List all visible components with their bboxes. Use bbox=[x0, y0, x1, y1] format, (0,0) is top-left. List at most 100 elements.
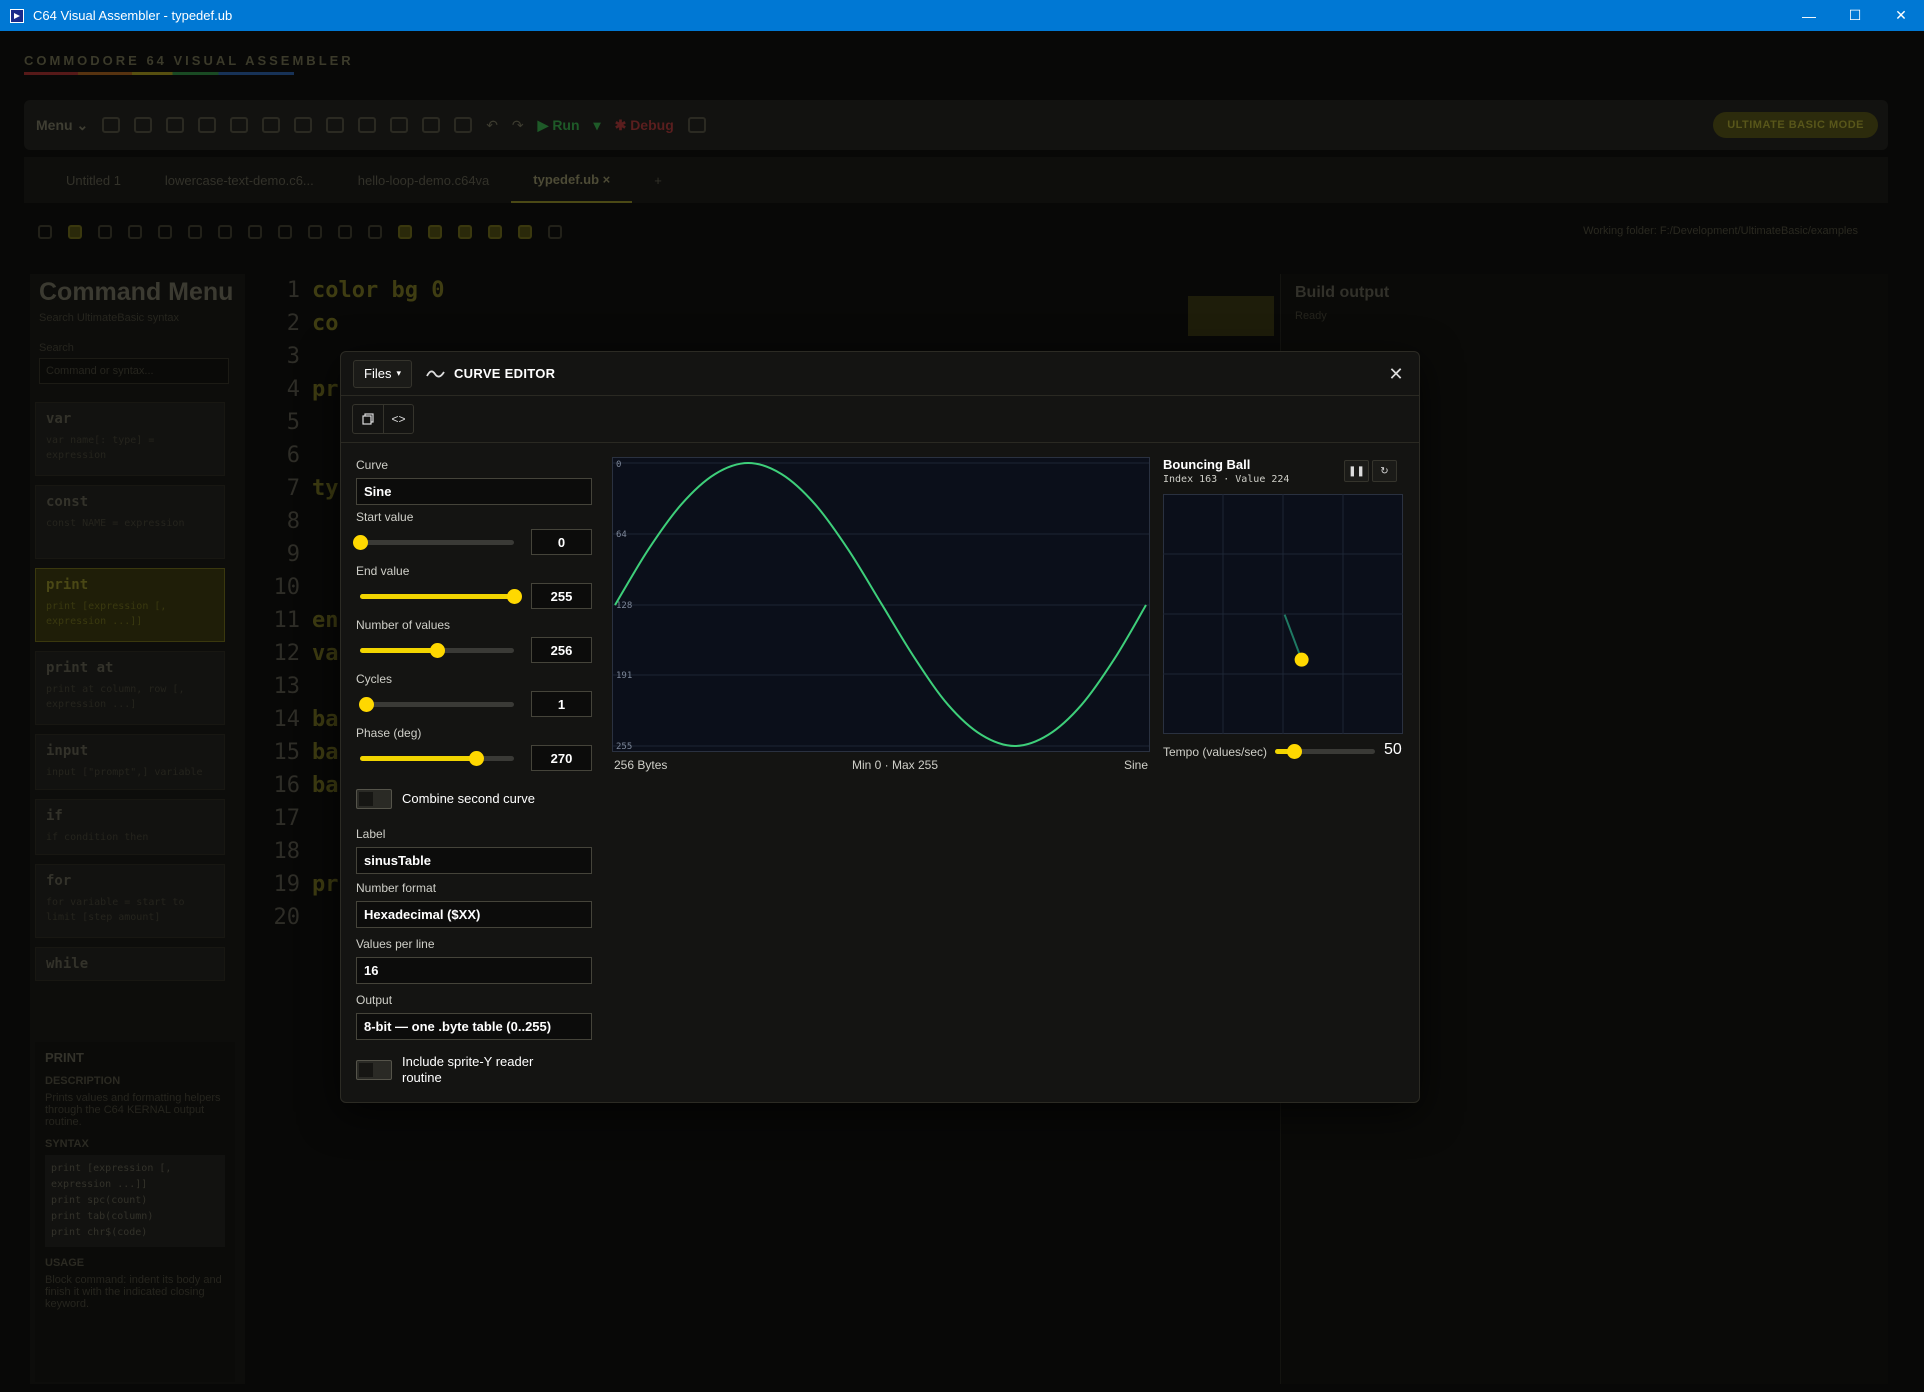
save-as-icon[interactable] bbox=[230, 117, 249, 133]
maximize-icon[interactable]: ☐ bbox=[1832, 0, 1878, 31]
phase-input[interactable]: 270 bbox=[531, 745, 592, 771]
tab-hello-loop[interactable]: hello-loop-demo.c64va bbox=[336, 157, 512, 203]
new-file-icon[interactable] bbox=[134, 117, 153, 133]
y-tick-label: 64 bbox=[616, 530, 627, 540]
curve-chart-svg[interactable]: 0 64 128 191 255 bbox=[612, 457, 1150, 752]
search-icon[interactable] bbox=[548, 225, 562, 239]
editor-tool-icon[interactable] bbox=[248, 225, 262, 239]
tab-lowercase-demo[interactable]: lowercase-text-demo.c6... bbox=[143, 157, 336, 203]
files-menu-button[interactable]: Files ▾ bbox=[353, 359, 412, 388]
import-icon[interactable] bbox=[294, 117, 313, 133]
editor-tool-icon[interactable] bbox=[278, 225, 292, 239]
command-item-input[interactable]: input input ["prompt",] variable bbox=[35, 734, 225, 790]
command-item-if[interactable]: if if condition then bbox=[35, 799, 225, 855]
label-input[interactable]: sinusTable bbox=[356, 847, 592, 874]
open-file-icon[interactable] bbox=[166, 117, 185, 133]
command-item-print-at[interactable]: print at print at column, row [, expressi… bbox=[35, 651, 225, 725]
phase-slider[interactable]: 270 bbox=[356, 745, 592, 771]
number-format-select[interactable]: Hexadecimal ($XX) bbox=[356, 901, 592, 928]
end-value-slider[interactable]: 255 bbox=[356, 583, 592, 609]
output-select[interactable]: 8-bit — one .byte table (0..255) bbox=[356, 1013, 592, 1040]
output-label: Output bbox=[356, 993, 393, 1007]
editor-tool-icon[interactable] bbox=[128, 225, 142, 239]
end-value-input[interactable]: 255 bbox=[531, 583, 592, 609]
command-item-var[interactable]: var var name[: type] = expression bbox=[35, 402, 225, 476]
slider-thumb[interactable] bbox=[430, 643, 445, 658]
slider-thumb[interactable] bbox=[353, 535, 368, 550]
slider-thumb[interactable] bbox=[468, 751, 484, 766]
command-item-while[interactable]: while bbox=[35, 947, 225, 981]
tab-typedef[interactable]: typedef.ub × bbox=[511, 157, 633, 203]
command-search-input[interactable]: Command or syntax... bbox=[39, 358, 229, 384]
build-output-title: Build output bbox=[1295, 284, 1390, 301]
copy-icon[interactable] bbox=[353, 405, 383, 433]
code-line[interactable]: color bg 0 bbox=[312, 274, 444, 307]
ball-preview-info: Index 163 · Value 224 bbox=[1163, 474, 1290, 485]
slider-thumb[interactable] bbox=[1287, 744, 1302, 759]
cut-icon[interactable] bbox=[326, 117, 345, 133]
settings-icon[interactable] bbox=[102, 117, 121, 133]
close-window-icon[interactable]: ✕ bbox=[1878, 0, 1924, 31]
command-list: var var name[: type] = expression const co… bbox=[35, 402, 225, 990]
dropdown-icon[interactable] bbox=[358, 117, 377, 133]
editor-tool-icon[interactable] bbox=[488, 225, 502, 239]
info-icon[interactable] bbox=[390, 117, 409, 133]
run-options-icon[interactable]: ▾ bbox=[594, 117, 601, 134]
dialog-toolbar: <> bbox=[341, 396, 1419, 443]
y-tick-label: 191 bbox=[616, 671, 632, 681]
curve-select[interactable]: Sine bbox=[356, 478, 592, 505]
help-icon[interactable] bbox=[687, 117, 706, 133]
command-item-const[interactable]: const const NAME = expression bbox=[35, 485, 225, 559]
cycles-slider[interactable]: 1 bbox=[356, 691, 592, 717]
editor-tool-icon[interactable] bbox=[368, 225, 382, 239]
command-item-for[interactable]: for for variable = start to limit [step a… bbox=[35, 864, 225, 938]
tempo-slider[interactable] bbox=[1275, 738, 1381, 764]
run-button[interactable]: ▶ Run bbox=[538, 117, 580, 134]
minimize-icon[interactable]: — bbox=[1786, 0, 1832, 31]
monitor-icon[interactable] bbox=[422, 117, 441, 133]
sprite-reader-toggle[interactable] bbox=[356, 1060, 392, 1080]
editor-tool-icon[interactable] bbox=[458, 225, 472, 239]
redo-icon[interactable]: ↷ bbox=[512, 117, 524, 134]
close-icon[interactable]: ✕ bbox=[1385, 363, 1407, 385]
cycles-input[interactable]: 1 bbox=[531, 691, 592, 717]
code-icon[interactable]: <> bbox=[383, 405, 413, 433]
debug-button[interactable]: ✱ Debug bbox=[615, 117, 674, 134]
end-value-label: End value bbox=[356, 564, 410, 578]
restart-icon[interactable]: ↻ bbox=[1372, 460, 1397, 482]
detail-usage: Block command: indent its body and finis… bbox=[45, 1274, 222, 1310]
undo-icon[interactable]: ↶ bbox=[486, 117, 498, 134]
editor-tool-icon[interactable] bbox=[308, 225, 322, 239]
editor-tool-icon[interactable] bbox=[218, 225, 232, 239]
editor-tool-icon[interactable] bbox=[188, 225, 202, 239]
start-value-slider[interactable]: 0 bbox=[353, 529, 592, 555]
curve-chart[interactable]: 0 64 128 191 255 bbox=[612, 457, 1150, 752]
mode-badge[interactable]: ULTIMATE BASIC MODE bbox=[1713, 112, 1878, 138]
sprite-reader-label: Include sprite-Y reader routine bbox=[402, 1054, 534, 1085]
values-per-line-input[interactable]: 16 bbox=[356, 957, 592, 984]
num-values-slider[interactable]: 256 bbox=[356, 637, 592, 663]
editor-tool-icon[interactable] bbox=[338, 225, 352, 239]
start-value-input[interactable]: 0 bbox=[531, 529, 592, 555]
editor-tool-icon[interactable] bbox=[98, 225, 112, 239]
editor-tool-icon[interactable] bbox=[428, 225, 442, 239]
combine-curve-toggle[interactable] bbox=[356, 789, 392, 809]
pause-icon[interactable]: ❚❚ bbox=[1344, 460, 1369, 482]
command-item-print[interactable]: print print [expression [, expression ...… bbox=[35, 568, 225, 642]
save-icon[interactable] bbox=[198, 117, 217, 133]
slider-thumb[interactable] bbox=[359, 697, 375, 712]
editor-tool-icon[interactable] bbox=[38, 225, 52, 239]
editor-tool-icon[interactable] bbox=[68, 225, 82, 239]
add-tab-button[interactable]: + bbox=[632, 157, 684, 203]
layout-icon[interactable] bbox=[454, 117, 473, 133]
editor-tool-icon[interactable] bbox=[398, 225, 412, 239]
editor-tool-icon[interactable] bbox=[158, 225, 172, 239]
editor-tool-icon[interactable] bbox=[518, 225, 532, 239]
editor-minimap[interactable] bbox=[1188, 296, 1274, 336]
slider-thumb[interactable] bbox=[507, 589, 522, 604]
menu-button[interactable]: Menu ⌄ bbox=[36, 117, 88, 134]
tab-untitled[interactable]: Untitled 1 bbox=[44, 157, 143, 203]
code-line[interactable]: co bbox=[312, 307, 444, 340]
export-icon[interactable] bbox=[262, 117, 281, 133]
num-values-input[interactable]: 256 bbox=[531, 637, 592, 663]
